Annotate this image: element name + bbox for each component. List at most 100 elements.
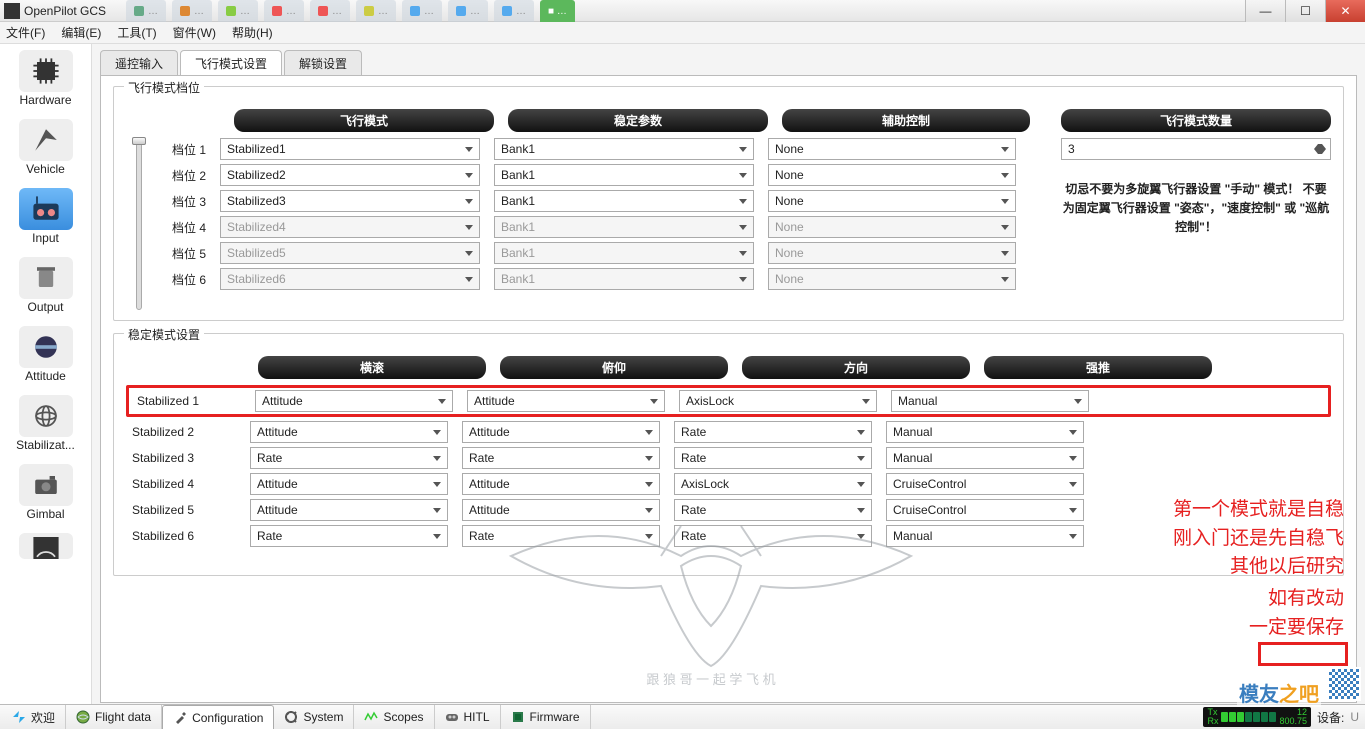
tab-rc-input[interactable]: 遥控输入 (100, 50, 178, 76)
bottom-tab-Flight data[interactable]: Flight data (66, 705, 162, 729)
qr-code-icon (1327, 667, 1361, 701)
flight-mode-combo[interactable]: Stabilized1 (220, 138, 480, 160)
pitch-combo[interactable]: Rate (462, 447, 660, 469)
pitch-combo[interactable]: Attitude (462, 499, 660, 521)
header-thrust: 强推 (984, 356, 1212, 379)
chevron-down-icon (739, 199, 747, 204)
menu-tools[interactable]: 工具(T) (117, 24, 156, 41)
chevron-down-icon (650, 399, 658, 404)
bottom-tab-欢迎[interactable]: 欢迎 (2, 705, 66, 729)
roll-combo[interactable]: Attitude (250, 473, 448, 495)
pitch-combo[interactable]: Attitude (462, 421, 660, 443)
minimize-button[interactable]: — (1245, 0, 1285, 22)
bank-combo: Bank1 (494, 216, 754, 238)
yaw-combo[interactable]: Rate (674, 525, 872, 547)
stab-row-5: Stabilized 5 Attitude Attitude Rate Crui… (126, 499, 1331, 521)
sidebar-item-output[interactable]: Output (0, 251, 91, 320)
pitch-combo[interactable]: Attitude (462, 473, 660, 495)
thrust-combo[interactable]: Manual (886, 421, 1084, 443)
spin-up-icon[interactable] (1314, 141, 1326, 149)
svg-text:跟 狼 哥 一 起 学 飞 机: 跟 狼 哥 一 起 学 飞 机 (646, 672, 775, 687)
flight-mode-combo[interactable]: Stabilized2 (220, 164, 480, 186)
sidebar-item-stabilization[interactable]: Stabilizat... (0, 389, 91, 458)
chevron-down-icon (862, 399, 870, 404)
assist-combo[interactable]: None (768, 138, 1016, 160)
roll-combo[interactable]: Attitude (250, 421, 448, 443)
menu-file[interactable]: 文件(F) (6, 24, 45, 41)
chevron-down-icon (465, 251, 473, 256)
thrust-combo[interactable]: Manual (886, 525, 1084, 547)
yaw-combo[interactable]: Rate (674, 421, 872, 443)
chevron-down-icon (433, 534, 441, 539)
camera-icon (19, 464, 73, 506)
chevron-down-icon (1069, 534, 1077, 539)
mode-count-spinner[interactable]: 3 (1061, 138, 1331, 160)
vehicle-icon (19, 119, 73, 161)
content-area: 遥控输入 飞行模式设置 解锁设置 飞行模式档位 飞行模式 稳定参数 辅助控制 (92, 44, 1365, 704)
bank-combo[interactable]: Bank1 (494, 190, 754, 212)
stab-row-3: Stabilized 3 Rate Rate Rate Manual (126, 447, 1331, 469)
stab-row-6: Stabilized 6 Rate Rate Rate Manual (126, 525, 1331, 547)
tab-arming[interactable]: 解锁设置 (284, 50, 362, 76)
thrust-combo[interactable]: CruiseControl (886, 499, 1084, 521)
bank-combo[interactable]: Bank1 (494, 164, 754, 186)
bottom-tab-Scopes[interactable]: Scopes (354, 705, 434, 729)
bank-combo[interactable]: Bank1 (494, 138, 754, 160)
thrust-combo[interactable]: Manual (891, 390, 1089, 412)
tab-flight-mode[interactable]: 飞行模式设置 (180, 50, 282, 76)
menu-window[interactable]: 窗件(W) (173, 24, 216, 41)
thrust-combo[interactable]: CruiseControl (886, 473, 1084, 495)
assist-combo[interactable]: None (768, 190, 1016, 212)
maximize-button[interactable]: ☐ (1285, 0, 1325, 22)
thrust-combo[interactable]: Manual (886, 447, 1084, 469)
header-stab-settings: 稳定参数 (508, 109, 768, 132)
pitch-combo[interactable]: Rate (462, 525, 660, 547)
sidebar-item-attitude[interactable]: Attitude (0, 320, 91, 389)
sidebar-item-more[interactable] (0, 527, 91, 566)
stab-row-4: Stabilized 4 Attitude Attitude AxisLock … (126, 473, 1331, 495)
close-button[interactable]: ✕ (1325, 0, 1365, 22)
header-pitch: 俯仰 (500, 356, 728, 379)
header-flight-mode: 飞行模式 (234, 109, 494, 132)
flight-mode-combo[interactable]: Stabilized3 (220, 190, 480, 212)
sidebar-item-gimbal[interactable]: Gimbal (0, 458, 91, 527)
roll-combo[interactable]: Rate (250, 447, 448, 469)
sidebar-item-hardware[interactable]: Hardware (0, 44, 91, 113)
header-mode-count: 飞行模式数量 (1061, 109, 1331, 132)
header-roll: 横滚 (258, 356, 486, 379)
bottom-tab-System[interactable]: System (274, 705, 354, 729)
position-label: 档位 2 (152, 167, 206, 184)
roll-combo[interactable]: Attitude (255, 390, 453, 412)
chevron-down-icon (438, 399, 446, 404)
sidebar-item-input[interactable]: Input (0, 182, 91, 251)
yaw-combo[interactable]: Rate (674, 447, 872, 469)
chevron-down-icon (739, 277, 747, 282)
position-label: 档位 1 (152, 141, 206, 158)
yaw-combo[interactable]: AxisLock (679, 390, 877, 412)
chevron-down-icon (739, 173, 747, 178)
gyro-icon (19, 395, 73, 437)
chevron-down-icon (645, 508, 653, 513)
pitch-combo[interactable]: Attitude (467, 390, 665, 412)
roll-combo[interactable]: Attitude (250, 499, 448, 521)
assist-combo: None (768, 242, 1016, 264)
chevron-down-icon (1069, 430, 1077, 435)
spin-down-icon[interactable] (1314, 149, 1326, 157)
yaw-combo[interactable]: Rate (674, 499, 872, 521)
assist-combo[interactable]: None (768, 164, 1016, 186)
sidebar-item-vehicle[interactable]: Vehicle (0, 113, 91, 182)
menu-help[interactable]: 帮助(H) (232, 24, 273, 41)
stab-row-label: Stabilized 1 (131, 394, 241, 408)
position-row-4: 档位 4 Stabilized4 Bank1 None (152, 216, 1047, 238)
chevron-down-icon (1069, 508, 1077, 513)
bottom-tab-Configuration[interactable]: Configuration (162, 705, 274, 729)
roll-combo[interactable]: Rate (250, 525, 448, 547)
yaw-combo[interactable]: AxisLock (674, 473, 872, 495)
chevron-down-icon (1001, 147, 1009, 152)
menu-edit[interactable]: 编辑(E) (61, 24, 101, 41)
bottom-tab-Firmware[interactable]: Firmware (501, 705, 591, 729)
chevron-down-icon (857, 534, 865, 539)
chevron-down-icon (1001, 199, 1009, 204)
annotation-1: 第一个模式就是自稳刚入门还是先自稳飞其他以后研究 (1173, 496, 1344, 582)
bottom-tab-HITL[interactable]: HITL (435, 705, 501, 729)
